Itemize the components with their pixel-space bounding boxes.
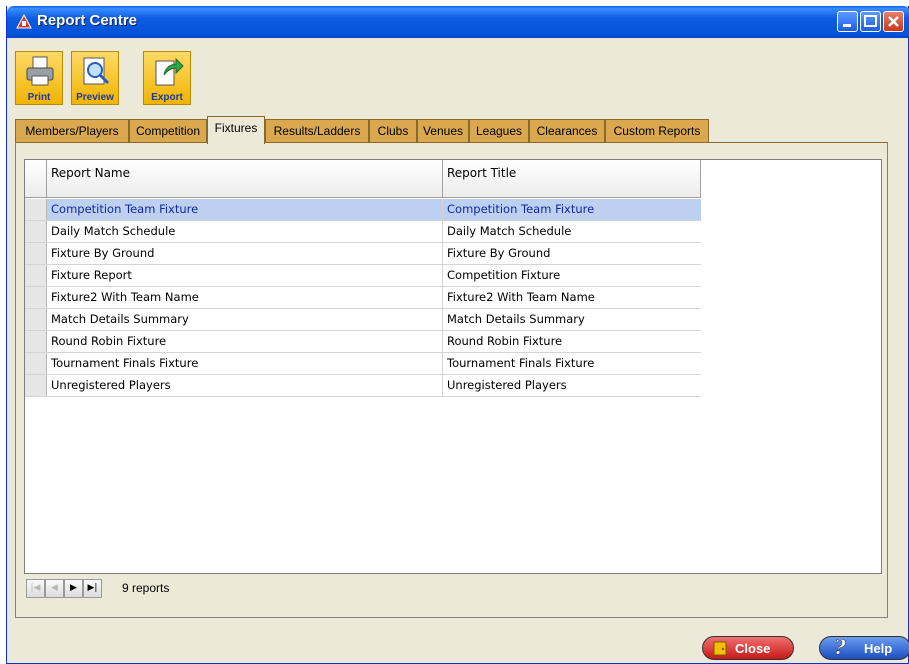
printer-icon <box>26 56 54 86</box>
report-title-cell: Fixture2 With Team Name <box>447 290 595 304</box>
table-row[interactable]: Fixture2 With Team Name Fixture2 With Te… <box>25 287 701 309</box>
close-window-button[interactable] <box>883 11 904 32</box>
report-name-cell: Fixture Report <box>47 265 443 286</box>
tab-clearances[interactable]: Clearances <box>529 119 605 143</box>
print-label: Print <box>27 92 51 103</box>
last-record-button[interactable]: ▶| <box>83 579 102 598</box>
close-icon <box>888 16 899 27</box>
first-record-icon: |◀ <box>30 583 41 593</box>
row-indicator <box>25 265 47 286</box>
report-centre-window: Report Centre Print Preview Export Membe… <box>6 6 909 664</box>
tab-competition[interactable]: Competition <box>129 119 207 143</box>
tab-fixtures[interactable]: Fixtures <box>207 116 265 144</box>
table-row[interactable]: Round Robin Fixture Round Robin Fixture <box>25 331 701 353</box>
row-indicator <box>25 353 47 374</box>
row-indicator <box>25 375 47 396</box>
tab-leagues[interactable]: Leagues <box>469 119 529 143</box>
close-label: Close <box>735 641 771 656</box>
previous-record-button[interactable]: ◀ <box>45 579 64 598</box>
report-name-cell: Tournament Finals Fixture <box>47 353 443 374</box>
maximize-button[interactable] <box>860 11 881 32</box>
first-record-button[interactable]: |◀ <box>26 579 45 598</box>
report-name-cell: Fixture2 With Team Name <box>47 287 443 308</box>
report-name-cell: Round Robin Fixture <box>47 331 443 352</box>
svg-text:?: ? <box>834 637 846 659</box>
report-title-cell: Daily Match Schedule <box>447 224 572 238</box>
report-title-cell: Competition Fixture <box>447 268 561 282</box>
table-row[interactable]: Fixture Report Competition Fixture <box>25 265 701 287</box>
minimize-button[interactable] <box>837 11 858 32</box>
report-name-cell: Fixture By Ground <box>47 243 443 264</box>
help-button[interactable]: ? Help <box>819 636 909 660</box>
report-grid[interactable]: Report Name Report Title Competition Tea… <box>24 159 882 574</box>
row-indicator <box>25 309 47 330</box>
column-header-report-name[interactable]: Report Name <box>47 160 443 198</box>
last-record-icon: ▶| <box>87 583 98 593</box>
maximize-icon <box>864 15 877 27</box>
next-record-button[interactable]: ▶ <box>64 579 83 598</box>
window-title: Report Centre <box>37 12 138 29</box>
column-header-report-title[interactable]: Report Title <box>443 160 701 198</box>
export-label: Export <box>151 92 183 103</box>
table-row[interactable]: Match Details Summary Match Details Summ… <box>25 309 701 331</box>
tab-results-ladders[interactable]: Results/Ladders <box>265 119 369 143</box>
minimize-icon <box>843 24 851 27</box>
exit-door-icon <box>713 641 727 656</box>
row-indicator <box>25 243 47 264</box>
report-title-cell: Round Robin Fixture <box>447 334 563 348</box>
report-category-tabs: Members/Players Competition Fixtures Res… <box>15 116 715 144</box>
help-label: Help <box>864 641 893 656</box>
print-button[interactable]: Print <box>15 51 63 105</box>
fixtures-panel: Report Name Report Title Competition Tea… <box>15 142 888 618</box>
next-record-icon: ▶ <box>70 583 77 593</box>
export-button[interactable]: Export <box>143 51 191 105</box>
report-title-cell: Match Details Summary <box>447 312 585 326</box>
row-indicator <box>25 221 47 242</box>
report-name-cell: Competition Team Fixture <box>47 199 443 220</box>
previous-record-icon: ◀ <box>51 583 58 593</box>
report-name-cell: Daily Match Schedule <box>47 221 443 242</box>
report-title-cell: Tournament Finals Fixture <box>447 356 595 370</box>
export-arrow-icon <box>155 57 184 86</box>
report-name-cell: Match Details Summary <box>47 309 443 330</box>
tab-custom-reports[interactable]: Custom Reports <box>605 119 709 143</box>
table-row[interactable]: Daily Match Schedule Daily Match Schedul… <box>25 221 701 243</box>
table-row[interactable]: Fixture By Ground Fixture By Ground <box>25 243 701 265</box>
row-indicator <box>25 199 47 220</box>
table-row[interactable]: Tournament Finals Fixture Tournament Fin… <box>25 353 701 375</box>
report-title-cell: Competition Team Fixture <box>443 199 701 220</box>
report-title-cell: Fixture By Ground <box>447 246 551 260</box>
app-logo-icon <box>16 13 32 29</box>
table-row[interactable]: Competition Team Fixture Competition Tea… <box>25 199 701 221</box>
report-name-cell: Unregistered Players <box>47 375 443 396</box>
magnifier-icon <box>83 57 110 85</box>
tab-clubs[interactable]: Clubs <box>369 119 417 143</box>
row-indicator <box>25 287 47 308</box>
preview-label: Preview <box>76 92 114 103</box>
tab-members-players[interactable]: Members/Players <box>15 119 129 143</box>
question-mark-icon: ? <box>834 637 847 659</box>
row-indicator-header <box>25 160 47 198</box>
record-count: 9 reports <box>122 581 170 595</box>
tab-venues[interactable]: Venues <box>417 119 469 143</box>
close-button[interactable]: Close <box>702 636 794 660</box>
preview-button[interactable]: Preview <box>71 51 119 105</box>
table-row[interactable]: Unregistered Players Unregistered Player… <box>25 375 701 397</box>
title-bar[interactable]: Report Centre <box>7 6 909 38</box>
report-title-cell: Unregistered Players <box>447 378 567 392</box>
row-indicator <box>25 331 47 352</box>
